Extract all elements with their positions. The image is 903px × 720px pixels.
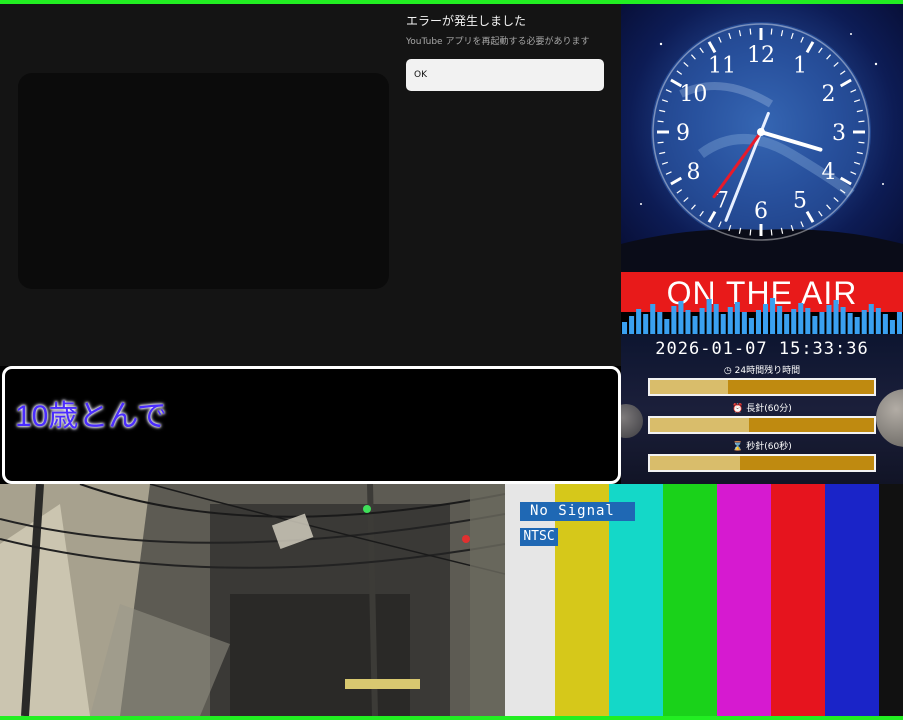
error-title: エラーが発生しました <box>406 14 527 28</box>
meter-bar <box>650 304 656 334</box>
clock-tick <box>770 28 773 35</box>
meter-bar <box>854 317 860 334</box>
clock-tick <box>858 120 865 123</box>
meter-bar <box>727 307 733 334</box>
clock-tick <box>858 141 865 144</box>
bar-label-minute-text: 長針(60分) <box>746 404 792 414</box>
camera-feed <box>0 484 505 716</box>
clock-numeral: 6 <box>754 199 768 224</box>
meter-bar <box>847 313 853 334</box>
meter-bar <box>692 316 698 334</box>
hourglass-icon: ⌛ <box>732 442 744 452</box>
color-bar <box>879 484 903 716</box>
meter-bar <box>643 314 649 334</box>
clock-tick <box>770 229 773 236</box>
current-datetime: 2026-01-07 15:33:36 <box>655 339 869 359</box>
no-signal-label: No Signal <box>520 502 635 521</box>
ok-button[interactable]: OK <box>406 59 604 91</box>
meter-bar <box>636 309 642 334</box>
clock-tick <box>749 229 752 236</box>
color-bar <box>771 484 825 716</box>
progress-bar-second-fill <box>650 456 740 470</box>
progress-bar-24h <box>648 378 876 396</box>
clock-numeral: 2 <box>822 82 836 107</box>
meter-bar <box>713 304 719 334</box>
clock-center-pin <box>757 128 765 136</box>
clock-panel: 12 1 2 3 4 5 6 7 8 9 10 11 <box>621 4 903 272</box>
meter-bar <box>777 306 783 334</box>
clock-numeral: 9 <box>676 121 690 146</box>
clock-numeral: 11 <box>708 53 736 78</box>
analog-clock: 12 1234567891011 <box>621 22 903 272</box>
clock-tick <box>657 120 664 123</box>
meter-bar <box>791 309 797 334</box>
meter-bar <box>826 305 832 334</box>
meter-bar <box>798 303 804 334</box>
meter-bar <box>812 316 818 334</box>
youtube-error-panel: エラーが発生しました YouTube アプリを再起動する必要があります OK <box>0 4 621 366</box>
meter-bar <box>664 319 670 334</box>
clock-numeral: 4 <box>822 160 836 185</box>
clock-numeral: 1 <box>793 53 807 78</box>
meter-bar <box>861 310 867 334</box>
clock-numeral: 10 <box>679 82 707 107</box>
alarm-clock-icon: ⏰ <box>732 404 744 414</box>
bar-label-second: ⌛ 秒針(60秒) <box>621 439 903 452</box>
meter-bar <box>889 320 895 334</box>
error-message: YouTube アプリを再起動する必要があります <box>406 37 590 47</box>
ntsc-label: NTSC <box>520 528 558 546</box>
progress-bar-minute <box>648 416 876 434</box>
color-bar <box>825 484 879 716</box>
meter-bar <box>833 300 839 334</box>
clock-icon: ◷ <box>723 366 732 376</box>
meter-bar <box>671 306 677 334</box>
meter-bar <box>629 316 635 334</box>
meter-bar <box>741 312 747 334</box>
clock-numeral: 5 <box>793 189 807 214</box>
meter-bar <box>678 301 684 334</box>
clock-tick <box>749 28 752 35</box>
meter-bar <box>868 304 874 334</box>
progress-bar-24h-fill <box>650 380 729 394</box>
meter-bar <box>734 302 740 334</box>
audio-level-meter <box>622 298 902 334</box>
bar-label-minute: ⏰ 長針(60分) <box>621 401 903 414</box>
meter-bar <box>840 307 846 334</box>
meter-bar <box>622 322 628 334</box>
meter-bar <box>784 314 790 334</box>
bottom-border <box>0 716 903 720</box>
street-camera-image <box>0 484 505 716</box>
progress-bar-second <box>648 454 876 472</box>
meter-bar <box>720 314 726 334</box>
clock-tick <box>657 141 664 144</box>
meter-bar <box>805 308 811 334</box>
meter-bar <box>875 308 881 334</box>
clock-numeral: 3 <box>832 121 846 146</box>
bar-label-24h-text: 24時間残り時間 <box>734 366 801 376</box>
meter-bar <box>657 312 663 334</box>
meter-bar <box>699 308 705 334</box>
meter-bar <box>755 310 761 334</box>
meter-bar <box>896 312 902 334</box>
meter-bar <box>748 318 754 334</box>
meter-bar <box>763 304 769 334</box>
meter-bar <box>882 314 888 334</box>
color-bar <box>717 484 771 716</box>
meter-bar <box>685 310 691 334</box>
subtitle-text: 10歳とんで <box>15 400 167 433</box>
meter-bar <box>819 312 825 334</box>
progress-bar-minute-fill <box>650 418 749 432</box>
bar-label-second-text: 秒針(60秒) <box>746 442 792 452</box>
video-player-area[interactable] <box>18 73 389 289</box>
bar-label-24h: ◷ 24時間残り時間 <box>621 363 903 376</box>
subtitle-box: 10歳とんで <box>2 366 621 484</box>
clock-numeral: 8 <box>686 160 700 185</box>
clock-numeral: 12 <box>747 43 775 68</box>
countdown-panel: 2026-01-07 15:33:36 ◷ 24時間残り時間 ⏰ 長針(60分)… <box>621 334 903 484</box>
meter-bar <box>770 298 776 334</box>
color-bar <box>663 484 717 716</box>
meter-bar <box>706 299 712 334</box>
